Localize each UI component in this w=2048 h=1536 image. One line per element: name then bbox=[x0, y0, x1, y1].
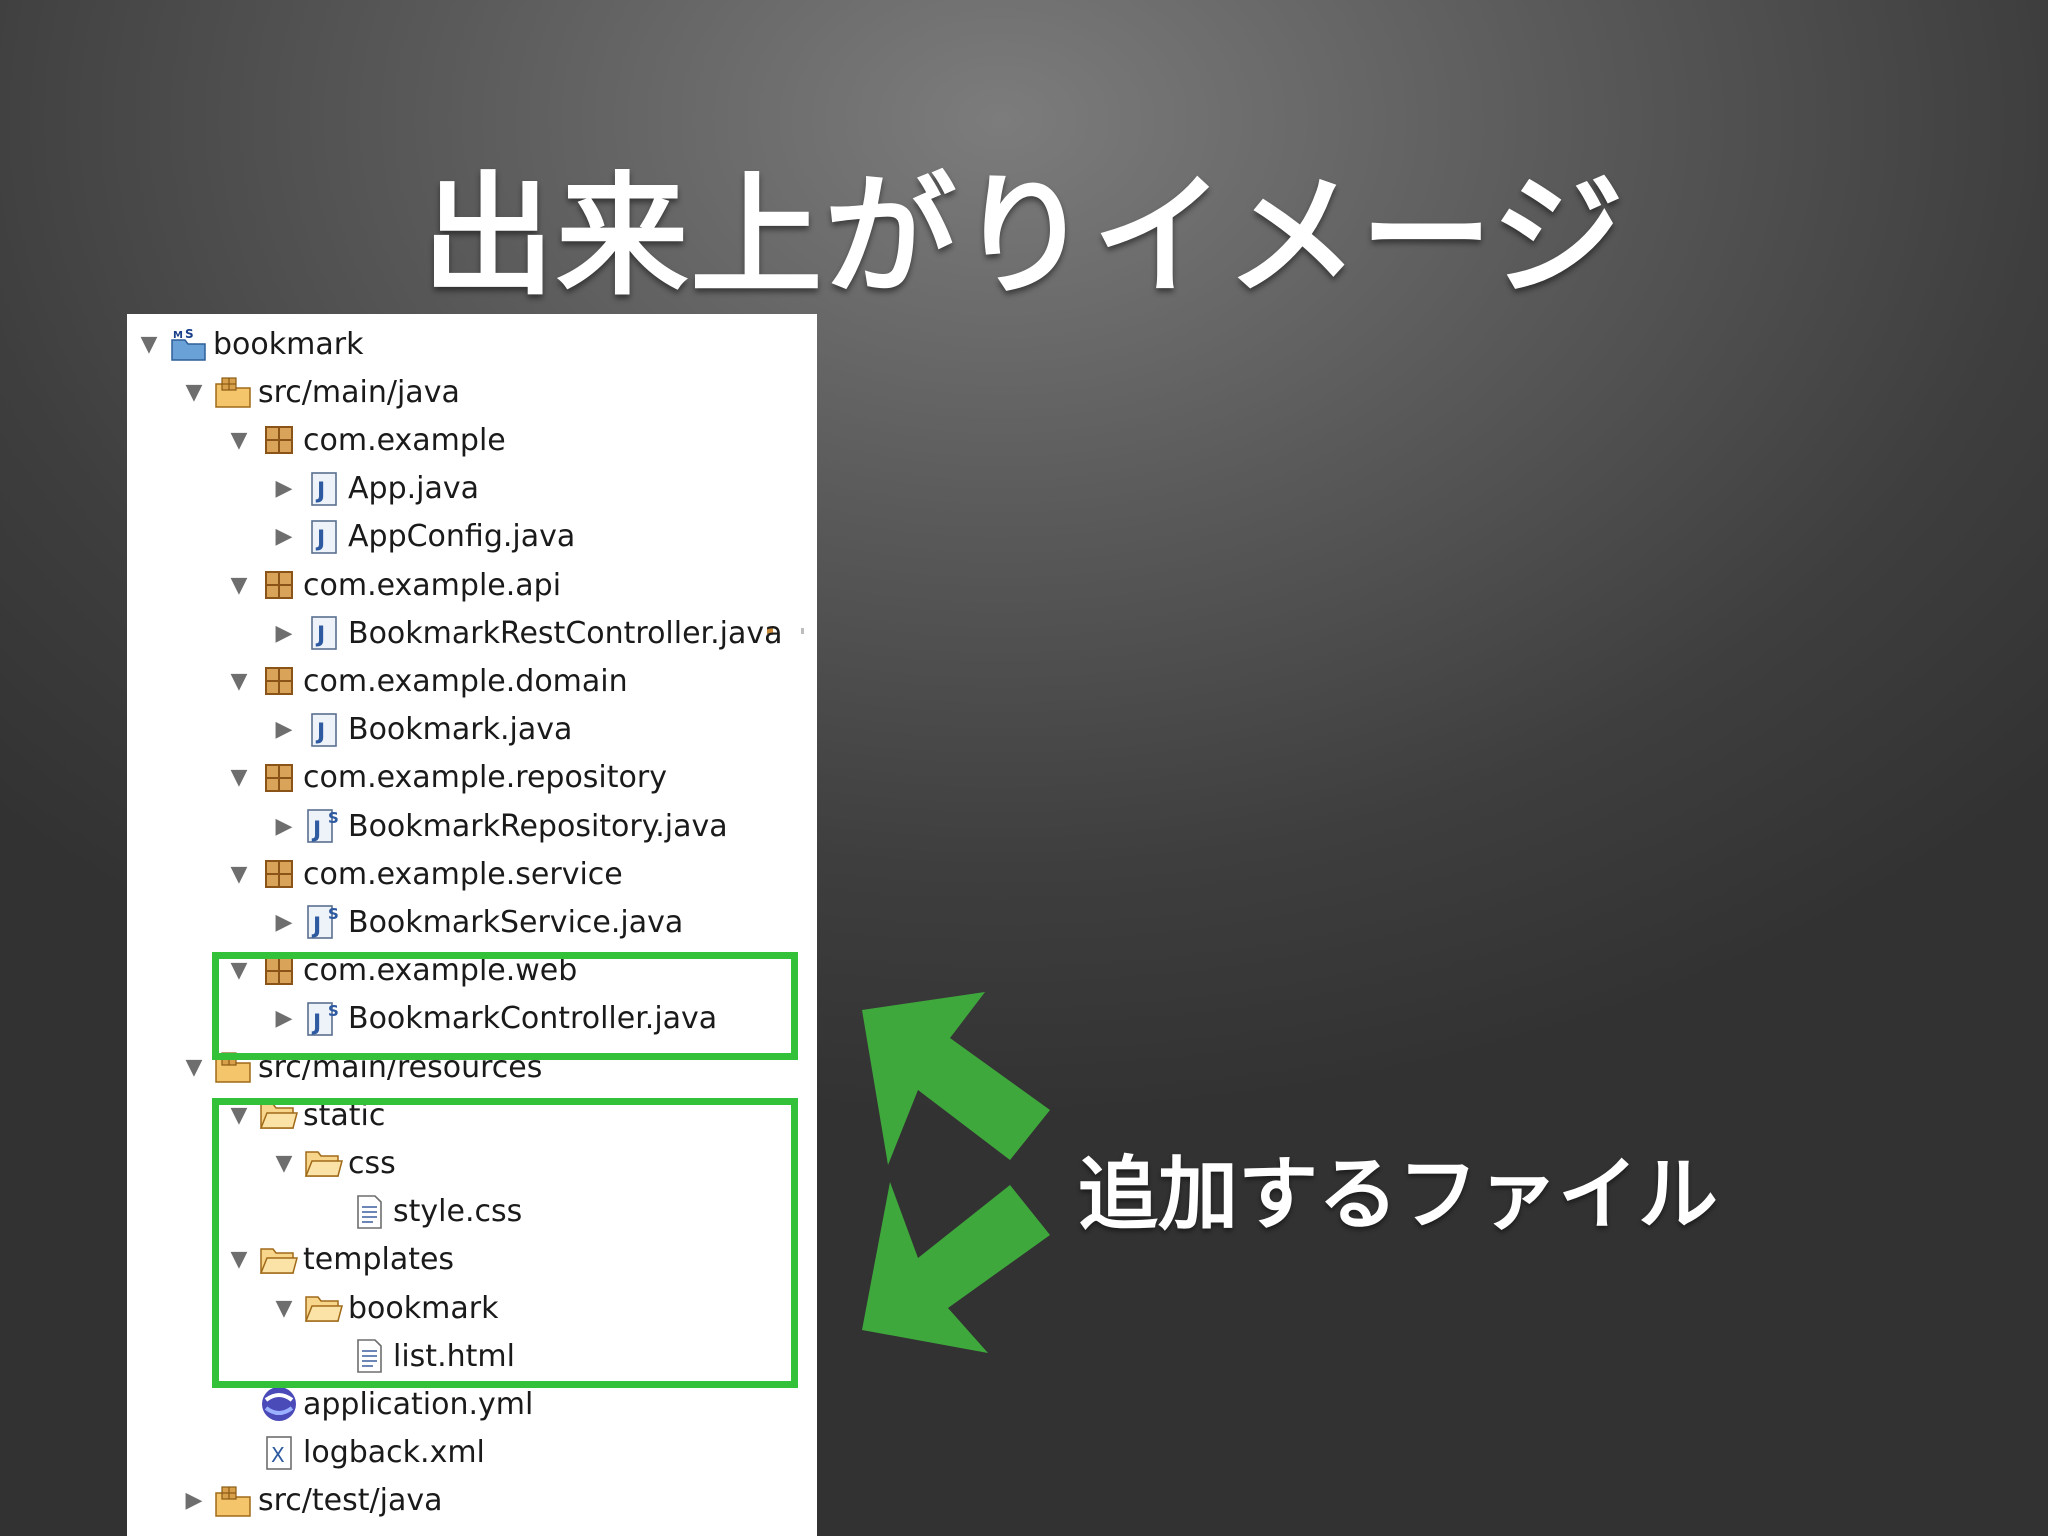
source-folder-icon bbox=[214, 1481, 254, 1521]
java-file-icon: J bbox=[304, 710, 344, 750]
svg-text:S: S bbox=[328, 905, 339, 923]
package-icon bbox=[259, 565, 299, 605]
package-icon bbox=[259, 758, 299, 798]
svg-text:X: X bbox=[271, 1443, 285, 1467]
tree-item[interactable]: ▶ J App.java bbox=[268, 465, 479, 513]
tree-item[interactable]: ▼ src/main/java bbox=[178, 368, 460, 416]
svg-text:J: J bbox=[315, 623, 325, 648]
tree-item-label: com.example.service bbox=[303, 856, 623, 892]
highlight-box-web-package bbox=[212, 952, 798, 1060]
tree-item[interactable]: ▼ com.example.domain bbox=[223, 657, 628, 705]
tree-item-label: src/main/java bbox=[258, 374, 460, 410]
expand-triangle-icon[interactable]: ▼ bbox=[223, 561, 255, 609]
tree-item-label: AppConfig.java bbox=[348, 519, 576, 555]
tree-item[interactable]: ▶ J S BookmarkRepository.java bbox=[268, 802, 728, 850]
tree-item[interactable]: ▶ src/test/java bbox=[178, 1477, 443, 1525]
tree-item[interactable]: ▶ J BookmarkRestController.java bbox=[268, 609, 783, 657]
arrow-down-left-icon bbox=[862, 1182, 1050, 1353]
tree-item[interactable]: ▶ J S BookmarkService.java bbox=[268, 898, 684, 946]
collapse-triangle-icon[interactable]: ▶ bbox=[268, 706, 300, 754]
tree-item[interactable]: ▶ J AppConfig.java bbox=[268, 513, 576, 561]
callout-added-files: 追加するファイル bbox=[1078, 1148, 1718, 1241]
tree-item-label: BookmarkRepository.java bbox=[348, 808, 728, 844]
arrow-up-left-icon bbox=[862, 992, 1050, 1165]
package-icon bbox=[259, 420, 299, 460]
tree-item[interactable]: ▼ com.example.repository bbox=[223, 754, 667, 802]
collapse-triangle-icon[interactable]: ▶ bbox=[178, 1477, 210, 1525]
tree-item-label: Bookmark.java bbox=[348, 712, 573, 748]
tree-item[interactable]: Xlogback.xml bbox=[223, 1429, 485, 1477]
tree-item-label: bookmark bbox=[213, 326, 364, 362]
collapse-triangle-icon[interactable]: ▶ bbox=[268, 609, 300, 657]
svg-text:S: S bbox=[185, 327, 194, 341]
highlight-box-resources bbox=[212, 1098, 798, 1388]
collapse-triangle-icon[interactable]: ▶ bbox=[268, 802, 300, 850]
tree-item[interactable]: ▼ M Sbookmark bbox=[133, 320, 364, 368]
expand-triangle-icon[interactable]: ▼ bbox=[223, 657, 255, 705]
yaml-file-icon bbox=[259, 1384, 299, 1424]
java-file-icon: J bbox=[304, 469, 344, 509]
svg-text:J: J bbox=[311, 818, 321, 843]
tree-item-label: BookmarkRestController.java bbox=[348, 615, 783, 651]
svg-text:J: J bbox=[315, 527, 325, 552]
tree-item-label: com.example.api bbox=[303, 567, 562, 603]
java-file-icon: J bbox=[304, 613, 344, 653]
expand-triangle-icon[interactable]: ▼ bbox=[223, 416, 255, 464]
package-icon bbox=[259, 661, 299, 701]
source-folder-icon bbox=[214, 372, 254, 412]
spring-java-file-icon: JS bbox=[304, 806, 344, 846]
expand-triangle-icon[interactable]: ▼ bbox=[223, 754, 255, 802]
slide-title: 出来上がりイメージ bbox=[422, 160, 1626, 314]
tree-item[interactable]: ▼ com.example.service bbox=[223, 850, 623, 898]
tree-item-label: application.yml bbox=[303, 1386, 534, 1422]
collapse-triangle-icon[interactable]: ▶ bbox=[268, 513, 300, 561]
svg-text:M: M bbox=[173, 330, 183, 341]
collapse-triangle-icon[interactable]: ▶ bbox=[268, 898, 300, 946]
tree-item-label: com.example.domain bbox=[303, 663, 628, 699]
tree-item[interactable]: ▶ J Bookmark.java bbox=[268, 706, 573, 754]
xml-file-icon: X bbox=[259, 1433, 299, 1473]
tree-item-label: BookmarkService.java bbox=[348, 904, 684, 940]
tree-item-label: logback.xml bbox=[303, 1435, 485, 1471]
maven-project-icon: MS bbox=[169, 324, 209, 364]
spring-java-file-icon: JS bbox=[304, 902, 344, 942]
svg-text:J: J bbox=[311, 914, 321, 939]
tree-item-label: src/test/java bbox=[258, 1483, 443, 1519]
expand-triangle-icon[interactable]: ▼ bbox=[223, 850, 255, 898]
collapse-triangle-icon[interactable]: ▶ bbox=[268, 465, 300, 513]
tree-item-label: App.java bbox=[348, 471, 480, 507]
tree-item[interactable]: ▼ com.example bbox=[223, 416, 506, 464]
expand-triangle-icon[interactable]: ▼ bbox=[178, 368, 210, 416]
tree-item-label: com.example bbox=[303, 422, 506, 458]
svg-text:J: J bbox=[315, 479, 325, 504]
package-icon bbox=[259, 854, 299, 894]
tree-item-label: com.example.repository bbox=[303, 760, 667, 796]
java-file-icon: J bbox=[304, 517, 344, 557]
svg-text:J: J bbox=[315, 720, 325, 745]
expand-triangle-icon[interactable]: ▼ bbox=[178, 1043, 210, 1091]
svg-text:S: S bbox=[328, 809, 339, 827]
tree-item[interactable]: ▼ com.example.api bbox=[223, 561, 562, 609]
expand-triangle-icon[interactable]: ▼ bbox=[133, 320, 165, 368]
